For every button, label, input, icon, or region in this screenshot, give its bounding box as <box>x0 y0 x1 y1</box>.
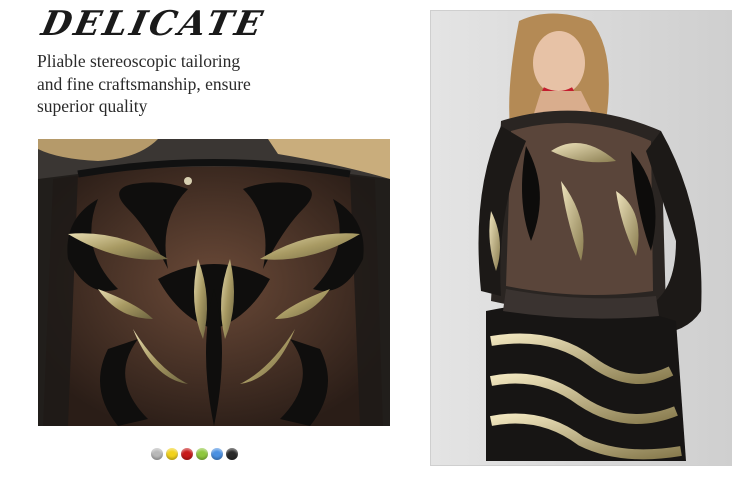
color-swatch[interactable] <box>181 448 193 460</box>
color-swatch[interactable] <box>166 448 178 460</box>
description-line: and fine craftsmanship, ensure <box>37 73 251 94</box>
model-photo <box>430 10 732 466</box>
color-swatch[interactable] <box>226 448 238 460</box>
color-swatches <box>151 448 238 460</box>
color-swatch[interactable] <box>211 448 223 460</box>
color-swatch[interactable] <box>151 448 163 460</box>
description-line: superior quality <box>37 96 148 116</box>
product-description: Pliable stereoscopic tailoring and fine … <box>37 50 297 118</box>
headline-title: DELICATE <box>38 4 269 44</box>
closeup-photo <box>38 139 390 426</box>
description-line: Pliable stereoscopic tailoring <box>37 51 241 71</box>
color-swatch[interactable] <box>196 448 208 460</box>
